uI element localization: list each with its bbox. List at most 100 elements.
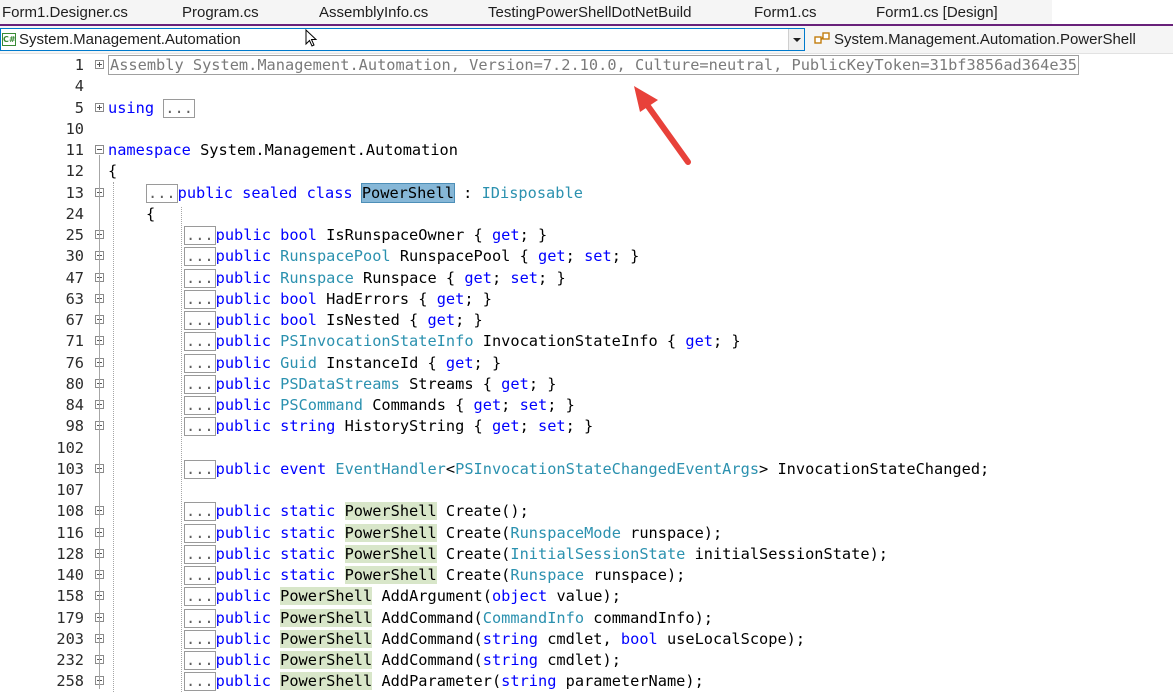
code-text: ; } [528, 374, 557, 393]
highlighted-reference: PowerShell [344, 566, 437, 584]
class-icon [814, 32, 832, 46]
code-text: AddCommand( [372, 651, 483, 669]
collapsed-region-ellipsis: ... [163, 98, 195, 118]
mouse-cursor-icon [305, 29, 318, 47]
line-number: 84 [65, 396, 84, 414]
code-text: Streams { [399, 374, 502, 393]
keyword: get [473, 396, 502, 414]
keyword: public [215, 247, 271, 266]
tab-form1[interactable]: Form1.cs [754, 4, 817, 21]
line-number: 67 [65, 311, 84, 329]
expand-outline-icon[interactable] [95, 60, 104, 69]
keyword: public bool [215, 311, 317, 329]
code-text: > InvocationStateChanged; [759, 459, 990, 478]
code-line: 140... public static PowerShell Create(Ru… [0, 565, 1173, 586]
code-text: runspace); [584, 566, 686, 584]
line-number: 102 [56, 438, 84, 457]
line-number: 1 [74, 56, 84, 74]
collapsed-region-ellipsis: ... [184, 417, 216, 437]
keyword: public [215, 353, 271, 372]
code-text: useLocalScope); [657, 629, 806, 648]
tab-form1-designer[interactable]: Form1.Designer.cs [2, 4, 128, 21]
line-number: 98 [65, 417, 84, 436]
type-name: Runspace [510, 566, 585, 584]
code-text: runspace); [620, 523, 723, 542]
code-text: ; } [713, 332, 741, 351]
code-line: 13... public sealed class PowerShell : ID… [0, 182, 1173, 204]
code-text: IsRunspaceOwner { [316, 226, 492, 244]
code-text: { [146, 204, 156, 223]
collapsed-region-ellipsis: ... [184, 566, 216, 585]
keyword: public [215, 332, 271, 351]
code-line: 128... public static PowerShell Create(In… [0, 544, 1173, 565]
code-text: : [453, 183, 482, 202]
line-number: 80 [65, 374, 84, 393]
line-number: 10 [65, 119, 84, 138]
member-dropdown[interactable]: System.Management.Automation.PowerShell [810, 28, 1173, 51]
code-text: AddArgument( [372, 587, 492, 606]
namespace-dropdown[interactable]: C# System.Management.Automation [0, 28, 805, 51]
keyword: public bool [215, 289, 317, 308]
code-text: value); [547, 587, 621, 606]
code-text: commandInfo); [584, 608, 713, 627]
keyword: get [491, 226, 520, 244]
type-name: PSDataStreams [280, 374, 400, 393]
tab-program[interactable]: Program.cs [182, 4, 259, 21]
keyword: public static [215, 523, 336, 542]
assembly-metadata-header: Assembly System.Management.Automation, V… [108, 55, 1079, 75]
collapse-outline-icon[interactable] [95, 145, 104, 154]
keyword: public static [215, 502, 336, 521]
csharp-project-icon: C# [2, 33, 16, 46]
highlighted-reference: PowerShell [280, 672, 373, 691]
keyword: get [445, 353, 474, 372]
line-number: 47 [65, 268, 84, 287]
line-number: 140 [56, 566, 84, 584]
line-number: 5 [74, 98, 84, 117]
keyword: public [215, 608, 271, 627]
tab-assemblyinfo[interactable]: AssemblyInfo.cs [319, 4, 428, 21]
collapsed-region-ellipsis: ... [184, 396, 216, 415]
code-editor[interactable]: 1 Assembly System.Management.Automation, … [0, 54, 1173, 693]
code-line: 71... public PSInvocationStateInfo Invoca… [0, 331, 1173, 352]
type-name: IDisposable [481, 183, 583, 202]
keyword: public [215, 672, 271, 691]
code-line: 84... public PSCommand Commands { get; se… [0, 395, 1173, 416]
code-line: 5 using ... [0, 98, 1173, 119]
keyword: public string [215, 417, 336, 436]
code-text: ; } [464, 289, 492, 308]
namespace-outline-guide [99, 155, 100, 689]
code-text: ; [491, 268, 511, 287]
tab-testing-powershell-dotnet-build[interactable]: TestingPowerShellDotNetBuild [488, 4, 691, 21]
code-line: 108... public static PowerShell Create(); [0, 501, 1173, 522]
code-text: ; } [565, 417, 594, 436]
code-text: System.Management.Automation [190, 141, 458, 159]
highlighted-reference: PowerShell [344, 523, 437, 542]
code-line: 179... public PowerShell AddCommand(Comma… [0, 608, 1173, 629]
code-text: InstanceId { [316, 353, 446, 372]
keyword: get [538, 247, 566, 266]
code-line: 116... public static PowerShell Create(Ru… [0, 523, 1173, 544]
highlighted-reference: PowerShell [280, 608, 373, 627]
code-line: 102 [0, 438, 1173, 459]
keyword: string [482, 651, 539, 669]
code-text: AddCommand( [372, 608, 483, 627]
expand-outline-icon[interactable] [95, 102, 104, 112]
line-number: 11 [65, 141, 84, 159]
keyword: object [491, 587, 548, 606]
namespace-indent-guide [113, 181, 114, 693]
collapsed-region-ellipsis: ... [184, 374, 216, 394]
collapsed-region-ellipsis: ... [184, 353, 216, 373]
code-line: 103... public event EventHandler<PSInvoca… [0, 459, 1173, 480]
highlighted-reference: PowerShell [344, 544, 437, 563]
code-text: { [108, 162, 118, 181]
keyword: public sealed class [177, 183, 353, 202]
keyword: public static [215, 544, 336, 563]
chevron-down-icon[interactable] [788, 29, 804, 50]
code-text: Create( [436, 566, 511, 584]
line-number: 30 [65, 247, 84, 266]
keyword: public static [215, 566, 336, 584]
collapsed-region-ellipsis: ... [184, 629, 216, 649]
code-text: RunspacePool { [390, 247, 538, 266]
code-line: 232... public PowerShell AddCommand(strin… [0, 650, 1173, 671]
tab-form1-design[interactable]: Form1.cs [Design] [876, 4, 998, 21]
